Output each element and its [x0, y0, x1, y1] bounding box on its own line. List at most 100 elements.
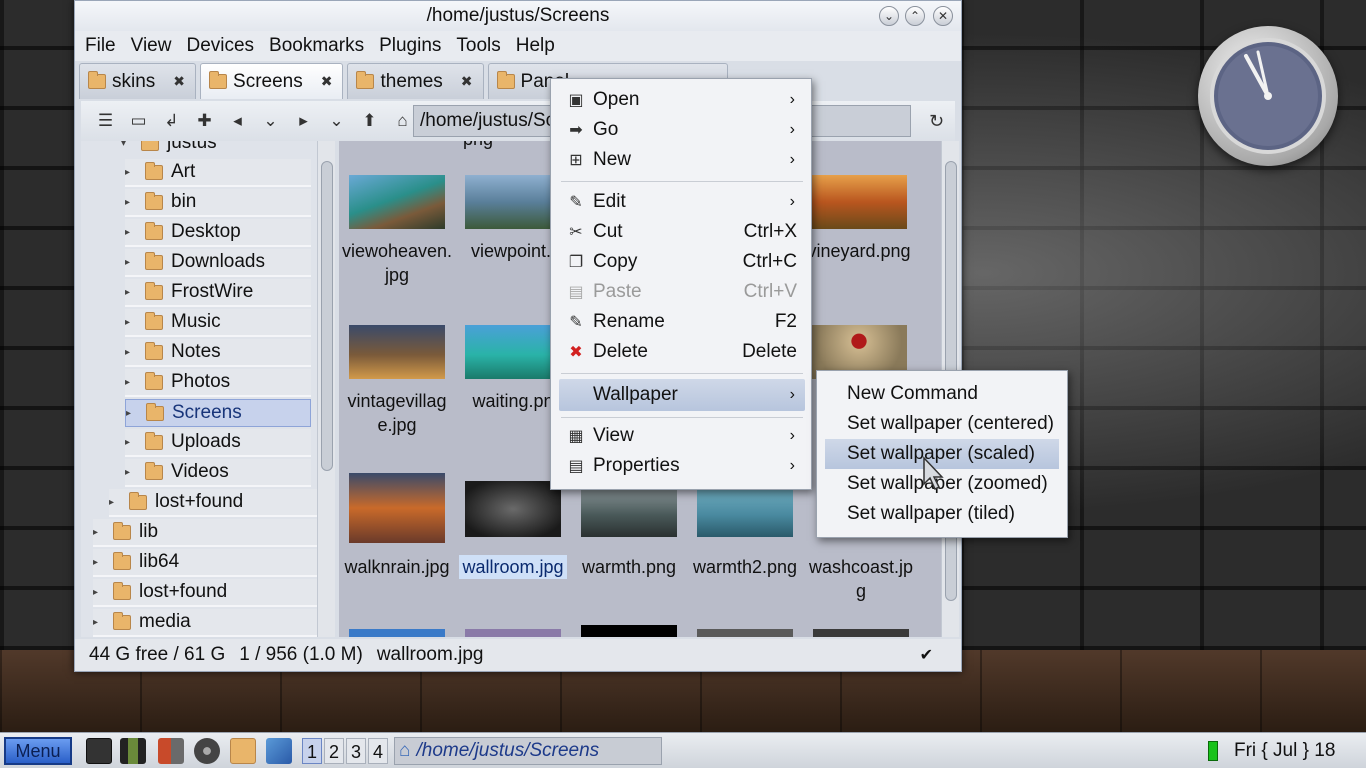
file-item-selected[interactable]: wallroom.jpg — [457, 481, 569, 579]
tree-item-media[interactable]: ▸ media — [93, 609, 317, 637]
tree-item-justus[interactable]: ▾ justus — [121, 141, 311, 157]
submenu-item-tiled[interactable]: Set wallpaper (tiled) — [825, 499, 1059, 529]
menu-tools[interactable]: Tools — [456, 35, 500, 57]
tree-item-uploads[interactable]: ▸ Uploads — [125, 429, 311, 457]
tree-item-videos[interactable]: ▸ Videos — [125, 459, 311, 487]
tree-item-notes[interactable]: ▸ Notes — [125, 339, 311, 367]
menu-item-paste[interactable]: ▤ Paste Ctrl+V — [559, 277, 805, 307]
tab-themes[interactable]: themes ✖ — [347, 63, 484, 99]
menu-item-view[interactable]: ▦ View › — [559, 421, 805, 451]
menu-file[interactable]: File — [85, 35, 116, 57]
file-manager-icon[interactable] — [230, 738, 256, 764]
menu-item-go[interactable]: ➡ Go › — [559, 115, 805, 145]
menu-item-delete[interactable]: ✖ Delete Delete — [559, 337, 805, 367]
tree-item-art[interactable]: ▸ Art — [125, 159, 311, 187]
tree-item-label: lost+found — [139, 581, 228, 602]
tree-item-lib64[interactable]: ▸ lib64 — [93, 549, 317, 577]
window-titlebar[interactable]: /home/justus/Screens ⌄ ⌃ ✕ — [75, 1, 961, 31]
media-player-icon[interactable] — [194, 738, 220, 764]
menu-item-wallpaper[interactable]: Wallpaper › — [559, 379, 805, 411]
forward-arrow-icon[interactable]: ▸ — [287, 111, 320, 131]
close-window-button[interactable]: ✕ — [933, 6, 953, 26]
file-item[interactable]: warmth.png — [573, 481, 685, 579]
close-tab-icon[interactable]: ✖ — [461, 73, 473, 90]
tree-item-label: Art — [171, 161, 196, 182]
minimize-button[interactable]: ⌄ — [879, 6, 899, 26]
menu-item-new[interactable]: ⊞ New › — [559, 145, 805, 175]
forward-history-icon[interactable]: ⌄ — [320, 111, 353, 131]
menu-item-copy[interactable]: ❐ Copy Ctrl+C — [559, 247, 805, 277]
drive-icon[interactable]: ▭ — [122, 111, 155, 131]
terminal-icon[interactable] — [86, 738, 112, 764]
submenu-item-new-command[interactable]: New Command — [825, 379, 1059, 409]
file-item[interactable]: walknrain.jpg — [341, 473, 453, 579]
home-icon: ⌂ — [399, 740, 411, 761]
film-icon[interactable] — [120, 738, 146, 764]
battery-icon — [1208, 741, 1218, 761]
maximize-button[interactable]: ⌃ — [905, 6, 925, 26]
collapsed-arrow-icon: ▸ — [125, 346, 131, 358]
tree-item-label: Screens — [172, 402, 242, 423]
menu-item-properties[interactable]: ▤ Properties › — [559, 451, 805, 481]
file-item[interactable]: viewoheaven. jpg — [341, 175, 453, 287]
submenu-item-centered[interactable]: Set wallpaper (centered) — [825, 409, 1059, 439]
tree-item-frostwire[interactable]: ▸ FrostWire — [125, 279, 311, 307]
analog-clock-widget — [1198, 26, 1338, 166]
tree-item-music[interactable]: ▸ Music — [125, 309, 311, 337]
menu-item-open[interactable]: ▣ Open › — [559, 85, 805, 115]
tree-item-label: Desktop — [171, 221, 241, 242]
close-tab-icon[interactable]: ✖ — [321, 73, 333, 90]
image-thumbnail — [697, 629, 793, 637]
tree-item-lib[interactable]: ▸ lib — [93, 519, 317, 547]
tree-item-label: lib — [139, 521, 159, 542]
file-item[interactable]: vineyard.png — [803, 175, 915, 263]
menu-bookmarks[interactable]: Bookmarks — [269, 35, 364, 57]
menu-item-label: Rename — [593, 311, 665, 332]
menu-item-cut[interactable]: ✂ Cut Ctrl+X — [559, 217, 805, 247]
submenu-arrow-icon: › — [789, 457, 795, 474]
desktop-4-button[interactable]: 4 — [368, 738, 388, 764]
file-item[interactable]: warmth2.png — [689, 481, 801, 579]
tree-scrollbar-thumb[interactable] — [321, 161, 333, 471]
tab-screens[interactable]: Screens ✖ — [200, 63, 344, 99]
tree-scrollbar[interactable] — [317, 141, 335, 637]
list-view-icon[interactable]: ☰ — [89, 111, 122, 131]
tab-skins[interactable]: skins ✖ — [79, 63, 197, 99]
tree-item-downloads[interactable]: ▸ Downloads — [125, 249, 311, 277]
parent-folder-icon[interactable]: ⬆ — [353, 111, 386, 131]
close-tab-icon[interactable]: ✖ — [173, 73, 185, 90]
menu-item-edit[interactable]: ✎ Edit › — [559, 187, 805, 217]
menu-help[interactable]: Help — [516, 35, 555, 57]
add-tab-icon[interactable]: ✚ — [188, 111, 221, 131]
refresh-icon[interactable]: ↻ — [929, 111, 944, 132]
up-level-icon[interactable]: ↲ — [155, 111, 188, 131]
clock-text[interactable]: Fri { Jul } 18 — [1234, 733, 1335, 768]
tree-item-bin[interactable]: ▸ bin — [125, 189, 311, 217]
menu-item-label: Paste — [593, 281, 642, 302]
mouse-cursor-icon — [923, 456, 944, 491]
start-menu-button[interactable]: Menu — [4, 737, 72, 765]
desktop-2-button[interactable]: 2 — [324, 738, 344, 764]
desktop-3-button[interactable]: 3 — [346, 738, 366, 764]
file-item[interactable]: vintagevillag e.jpg — [341, 325, 453, 437]
tree-item-desktop[interactable]: ▸ Desktop — [125, 219, 311, 247]
back-arrow-icon[interactable]: ◂ — [221, 111, 254, 131]
task-file-manager[interactable]: ⌂ /home/justus/Screens — [394, 737, 662, 765]
file-item-partial[interactable]: png — [343, 141, 493, 151]
tree-item-screens[interactable]: ▸ Screens — [125, 399, 311, 427]
image-thumbnail — [465, 481, 561, 537]
menu-item-rename[interactable]: ✎ Rename F2 — [559, 307, 805, 337]
tree-item-photos[interactable]: ▸ Photos — [125, 369, 311, 397]
image-thumbnail — [349, 629, 445, 637]
menu-devices[interactable]: Devices — [186, 35, 254, 57]
image-thumbnail — [349, 473, 445, 543]
desktop-1-button[interactable]: 1 — [302, 738, 322, 764]
menu-plugins[interactable]: Plugins — [379, 35, 441, 57]
menu-view[interactable]: View — [131, 35, 172, 57]
tree-item-lost-found-root[interactable]: ▸ lost+found — [93, 579, 317, 607]
back-history-icon[interactable]: ⌄ — [254, 111, 287, 131]
taskbar: Menu 1 2 3 4 ⌂ /home/justus/Screens Fri … — [0, 732, 1366, 768]
app-grid-icon[interactable] — [158, 738, 184, 764]
network-icon[interactable] — [266, 738, 292, 764]
tree-item-lost-found[interactable]: ▸ lost+found — [109, 489, 317, 517]
